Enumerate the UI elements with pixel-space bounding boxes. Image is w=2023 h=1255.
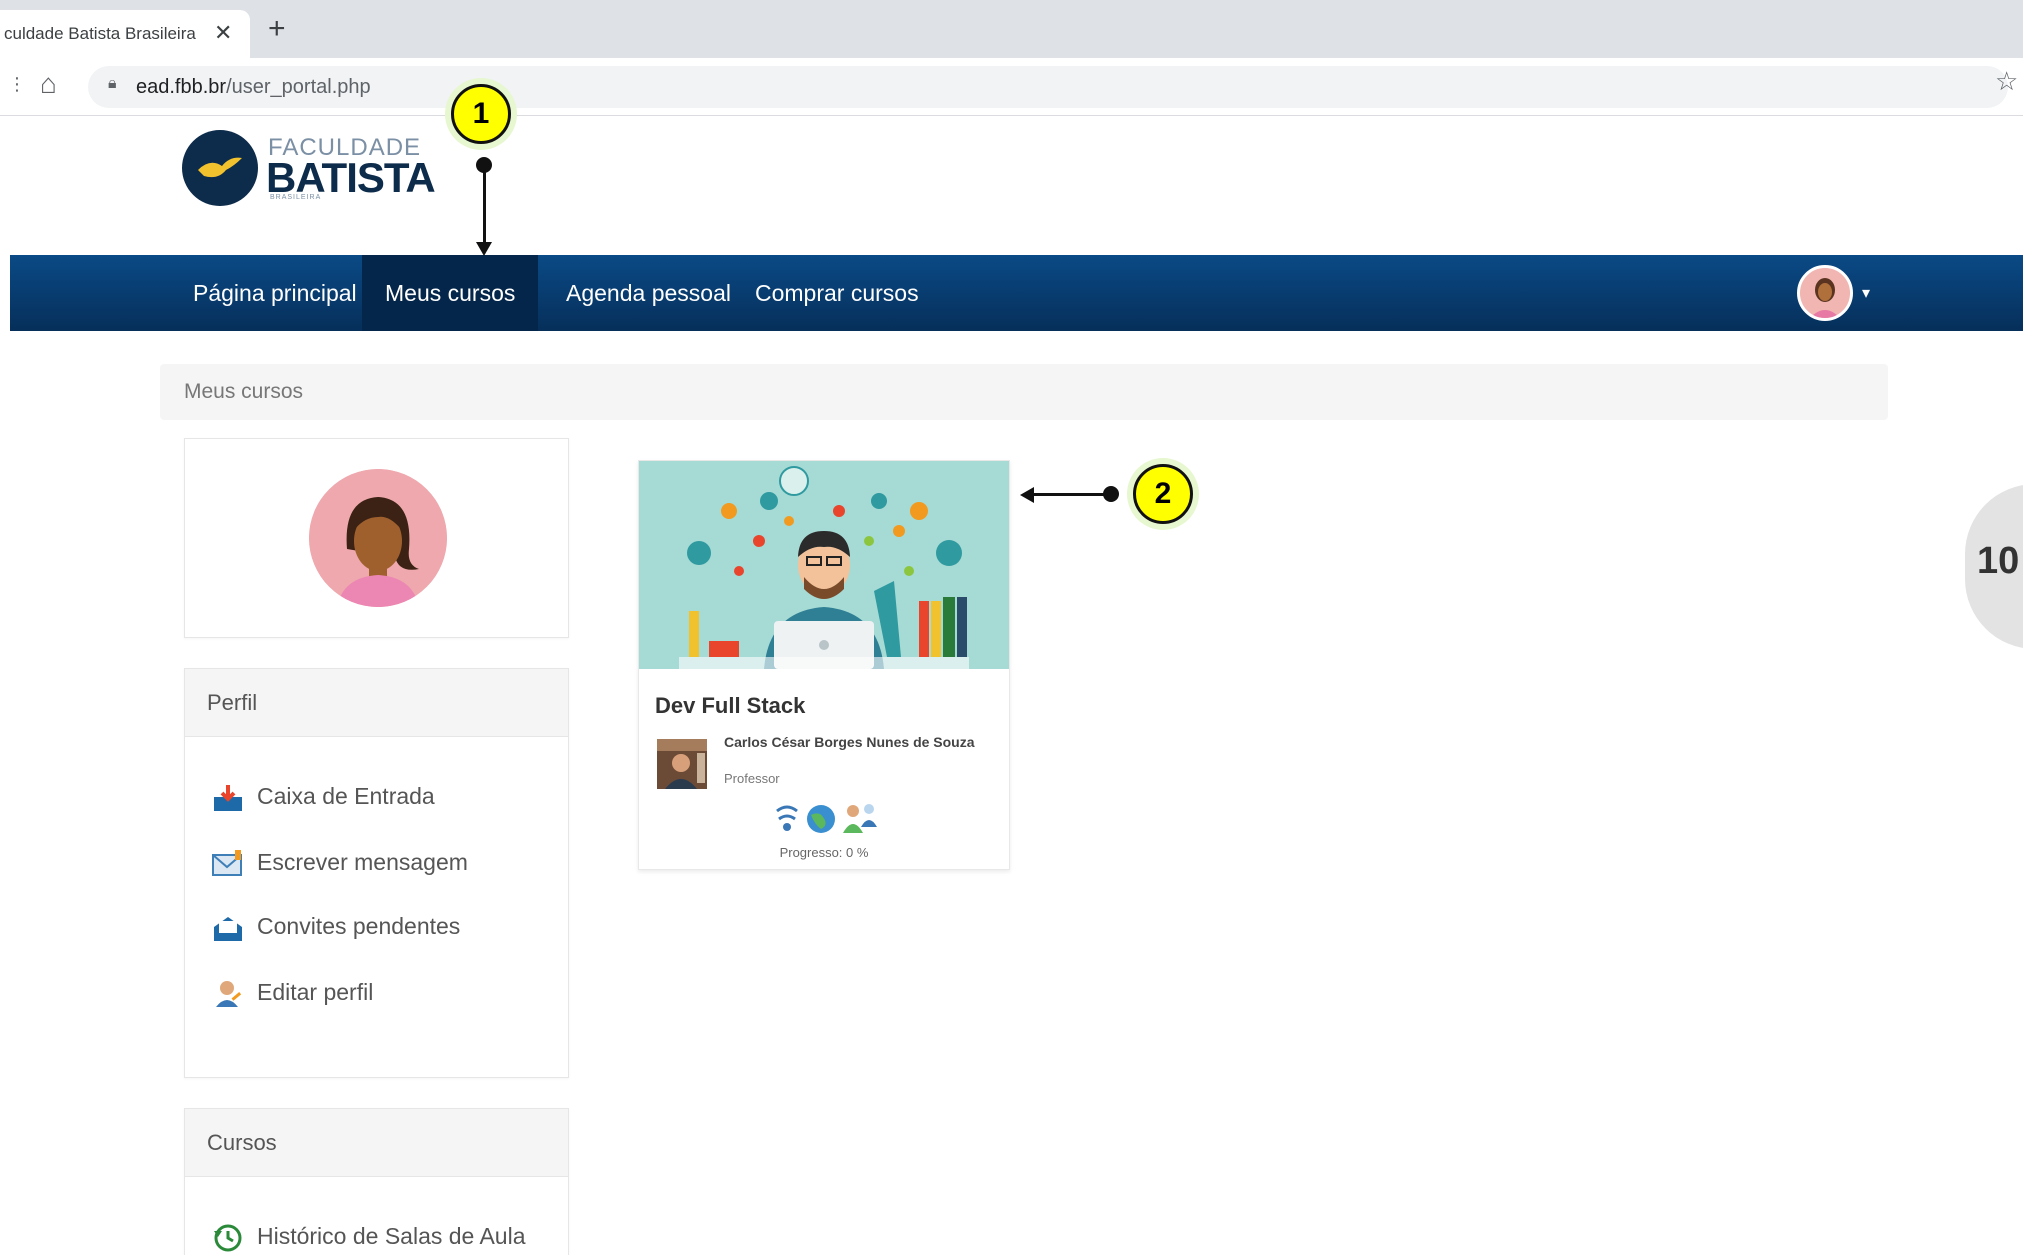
course-progress-label: Progresso: 0 % [779,845,869,860]
chevron-down-icon[interactable]: ▾ [1862,283,1870,303]
course-card[interactable]: Dev Full Stack Carlos César Borges Nunes… [638,460,1010,870]
teacher-role: Professor [724,771,780,786]
profile-panel-heading: Perfil [185,669,568,737]
course-thumbnail[interactable] [639,461,1009,669]
lock-icon: 🔒︎ [108,75,117,92]
page-number: 10 [1977,540,2020,582]
nav-item-meus-cursos[interactable]: Meus cursos [362,255,539,331]
sidebar-item-escrever-mensagem[interactable]: Escrever mensagem [211,845,468,879]
teacher-name: Carlos César Borges Nunes de Souza [724,734,975,750]
breadcrumb-current: Meus cursos [184,380,304,403]
sidebar-item-convites-pendentes[interactable]: Convites pendentes [211,909,460,943]
sidebar-item-historico-de-salas[interactable]: Histórico de Salas de Aula [211,1219,526,1253]
compose-message-icon [212,849,242,876]
developer-illustration-icon [639,461,1009,669]
tab-title: culdade Batista Brasileira [4,24,196,43]
url-domain: ead.fbb.br [136,76,227,98]
courses-panel: Cursos Histórico de Salas de Aula [184,1108,569,1255]
course-title[interactable]: Dev Full Stack [655,693,805,719]
teacher-avatar-icon [657,739,707,789]
sidebar-item-label: Editar perfil [257,979,374,1005]
url-text: ead.fbb.br/user_portal.php [136,76,371,99]
bookmark-star-icon[interactable]: ☆ [1995,66,2018,97]
annotation-arrow-line-1 [483,166,486,248]
pending-invites-icon [214,916,242,941]
url-path: /user_portal.php [226,76,371,98]
annotation-callout-1: 1 [445,78,517,150]
annotation-number-1: 1 [451,84,511,144]
dove-icon [198,157,242,178]
annotation-number-2: 2 [1133,464,1193,524]
users-icon[interactable] [843,804,877,833]
user-avatar[interactable] [1797,265,1853,321]
globe-icon[interactable] [807,805,835,833]
annotation-dot-2 [1103,486,1119,502]
close-tab-icon[interactable]: ✕ [214,20,232,46]
sidebar-item-label: Caixa de Entrada [257,783,435,809]
edit-profile-icon [216,980,242,1007]
communication-icon[interactable] [776,805,798,831]
site-logo[interactable]: FACULDADE BATISTA BRASILEIRA [182,128,442,208]
sidebar-item-label: Convites pendentes [257,913,461,939]
avatar-panel [184,438,569,638]
sidebar-item-label: Histórico de Salas de Aula [257,1223,526,1249]
sidebar-item-editar-perfil[interactable]: Editar perfil [211,975,373,1009]
courses-panel-heading: Cursos [185,1109,568,1177]
profile-panel: Perfil Caixa de Entrada Escrever mensage… [184,668,569,1078]
url-field[interactable]: 🔒︎ ead.fbb.br/user_portal.php [88,66,2008,108]
nav-item-comprar-cursos[interactable]: Comprar cursos [732,255,942,331]
more-options-icon[interactable]: ⋮ [8,74,26,95]
teacher-photo [657,739,707,789]
nav-item-agenda-pessoal[interactable]: Agenda pessoal [543,255,754,331]
home-icon[interactable]: ⌂ [40,68,57,100]
browser-tab-bar: culdade Batista Brasileira ✕ + [0,0,2023,58]
annotation-callout-2: 2 [1127,458,1199,530]
course-status-icons [769,801,889,835]
page-number-badge: 10 [1965,484,2023,649]
breadcrumb: Meus cursos [160,364,1888,420]
inbox-icon [214,784,242,811]
arrow-left-icon [1020,487,1034,503]
browser-address-bar: ⋮ ⌂ 🔒︎ ead.fbb.br/user_portal.php ☆ [0,58,2023,116]
logo-text-brasileira: BRASILEIRA [270,194,322,201]
nav-item-pagina-principal[interactable]: Página principal [170,255,380,331]
sidebar-item-caixa-de-entrada[interactable]: Caixa de Entrada [211,779,435,813]
history-icon [214,1224,242,1252]
profile-avatar-icon [309,469,447,607]
user-avatar-icon [1800,268,1850,318]
profile-avatar[interactable] [309,469,447,607]
browser-tab[interactable]: culdade Batista Brasileira ✕ [0,10,250,58]
logo-emblem [182,130,258,206]
sidebar-item-label: Escrever mensagem [257,849,468,875]
annotation-arrow-line-2 [1030,493,1110,496]
main-navbar: Página principal Meus cursos Agenda pess… [10,255,2023,331]
arrow-down-icon [476,242,492,256]
new-tab-button[interactable]: + [268,14,286,44]
